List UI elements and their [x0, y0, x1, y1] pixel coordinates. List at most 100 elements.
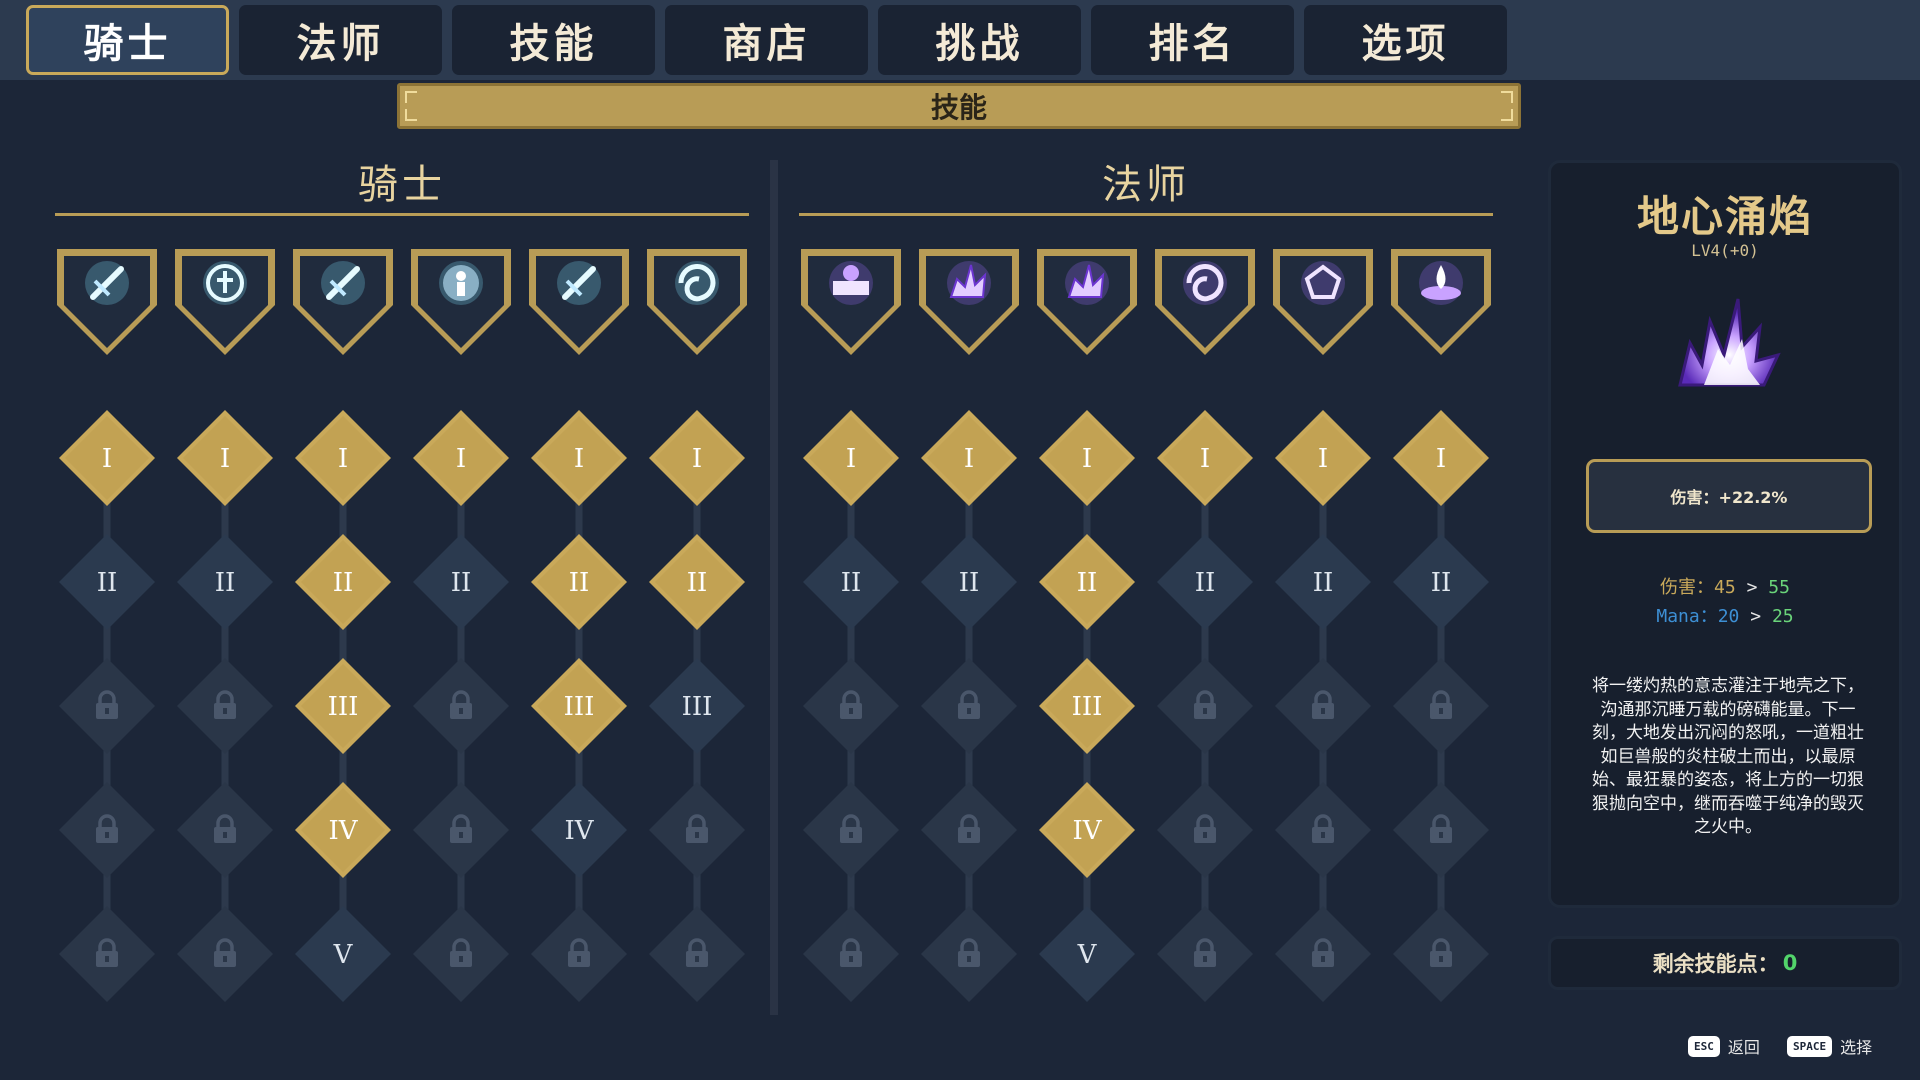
- rank-2-node[interactable]: II: [1393, 534, 1489, 630]
- rank-5-node[interactable]: [177, 906, 273, 1002]
- flame-pool-icon[interactable]: [1391, 249, 1491, 355]
- sword-strike-icon[interactable]: [57, 249, 157, 355]
- rank-4-node[interactable]: [803, 782, 899, 878]
- rank-numeral: I: [1436, 444, 1446, 474]
- rank-numeral: I: [1200, 444, 1210, 474]
- rank-numeral: II: [1431, 568, 1452, 598]
- rank-4-node[interactable]: [649, 782, 745, 878]
- rank-5-node[interactable]: [803, 906, 899, 1002]
- rank-2-node[interactable]: II: [177, 534, 273, 630]
- rank-4-node[interactable]: [1275, 782, 1371, 878]
- holy-shield-icon[interactable]: [175, 249, 275, 355]
- remaining-skill-points: 剩余技能点： 0: [1548, 936, 1902, 990]
- rank-numeral: III: [1072, 692, 1103, 722]
- rank-5-node[interactable]: [59, 906, 155, 1002]
- rank-2-node[interactable]: II: [1157, 534, 1253, 630]
- rank-1-node[interactable]: I: [1039, 410, 1135, 506]
- rank-4-node[interactable]: [177, 782, 273, 878]
- rank-3-node[interactable]: [59, 658, 155, 754]
- rank-5-node[interactable]: [1157, 906, 1253, 1002]
- earth-eruption-icon[interactable]: [1037, 249, 1137, 355]
- hint-select[interactable]: SPACE 选择: [1787, 1034, 1872, 1058]
- rank-2-node[interactable]: II: [921, 534, 1017, 630]
- rank-1-node[interactable]: I: [531, 410, 627, 506]
- arcane-burst-icon[interactable]: [919, 249, 1019, 355]
- rank-5-node[interactable]: V: [295, 906, 391, 1002]
- rank-4-node[interactable]: [1393, 782, 1489, 878]
- rank-1-node[interactable]: I: [649, 410, 745, 506]
- hint-back[interactable]: ESC 返回: [1688, 1034, 1760, 1058]
- spellbook-icon[interactable]: [801, 249, 901, 355]
- hint-select-label: 选择: [1840, 1038, 1873, 1057]
- rank-1-node[interactable]: I: [921, 410, 1017, 506]
- space-key-icon: SPACE: [1787, 1035, 1833, 1057]
- rank-1-node[interactable]: I: [295, 410, 391, 506]
- whirlwind-icon[interactable]: [647, 249, 747, 355]
- rank-3-node[interactable]: [921, 658, 1017, 754]
- rank-numeral: I: [220, 444, 230, 474]
- rank-1-node[interactable]: I: [177, 410, 273, 506]
- rank-numeral: II: [97, 568, 118, 598]
- rank-5-node[interactable]: V: [1039, 906, 1135, 1002]
- rank-numeral: II: [569, 568, 590, 598]
- rank-3-node[interactable]: III: [649, 658, 745, 754]
- arcane-orb-icon[interactable]: [1155, 249, 1255, 355]
- rank-2-node[interactable]: II: [413, 534, 509, 630]
- rank-numeral: II: [333, 568, 354, 598]
- rank-4-node[interactable]: IV: [1039, 782, 1135, 878]
- rank-2-node[interactable]: II: [531, 534, 627, 630]
- rank-5-node[interactable]: [921, 906, 1017, 1002]
- rank-3-node[interactable]: [803, 658, 899, 754]
- rank-5-node[interactable]: [1275, 906, 1371, 1002]
- rank-2-node[interactable]: II: [295, 534, 391, 630]
- rank-4-node[interactable]: [413, 782, 509, 878]
- rank-4-node[interactable]: [921, 782, 1017, 878]
- rank-numeral: I: [692, 444, 702, 474]
- rank-1-node[interactable]: I: [803, 410, 899, 506]
- rank-1-node[interactable]: I: [1157, 410, 1253, 506]
- damage-to: 55: [1768, 577, 1790, 598]
- rank-3-node[interactable]: [1393, 658, 1489, 754]
- rank-numeral: I: [102, 444, 112, 474]
- rank-2-node[interactable]: II: [803, 534, 899, 630]
- damage-from: 45: [1714, 577, 1736, 598]
- rank-4-node[interactable]: IV: [531, 782, 627, 878]
- rank-1-node[interactable]: I: [413, 410, 509, 506]
- rank-5-node[interactable]: [413, 906, 509, 1002]
- rank-1-node[interactable]: I: [1275, 410, 1371, 506]
- spirit-guard-icon[interactable]: [411, 249, 511, 355]
- rank-3-node[interactable]: [177, 658, 273, 754]
- hint-back-label: 返回: [1727, 1038, 1760, 1057]
- rank-2-node[interactable]: II: [649, 534, 745, 630]
- rank-3-node[interactable]: [413, 658, 509, 754]
- skill-stat-bonus: 伤害：+22.2%: [1586, 459, 1872, 533]
- rank-numeral: I: [456, 444, 466, 474]
- sword-dash-icon[interactable]: [293, 249, 393, 355]
- rank-3-node[interactable]: III: [1039, 658, 1135, 754]
- rank-5-node[interactable]: [1393, 906, 1489, 1002]
- rank-3-node[interactable]: III: [295, 658, 391, 754]
- rank-4-node[interactable]: [59, 782, 155, 878]
- arrow-icon: >: [1750, 606, 1762, 627]
- rank-1-node[interactable]: I: [59, 410, 155, 506]
- rank-3-node[interactable]: III: [531, 658, 627, 754]
- mana-from: 20: [1717, 606, 1740, 627]
- rank-2-node[interactable]: II: [59, 534, 155, 630]
- rank-2-node[interactable]: II: [1039, 534, 1135, 630]
- wing-slash-icon[interactable]: [529, 249, 629, 355]
- rank-1-node[interactable]: I: [1393, 410, 1489, 506]
- rank-numeral: II: [1077, 568, 1098, 598]
- rank-numeral: III: [682, 692, 713, 722]
- rank-4-node[interactable]: IV: [295, 782, 391, 878]
- rank-2-node[interactable]: II: [1275, 534, 1371, 630]
- rank-3-node[interactable]: [1275, 658, 1371, 754]
- rank-5-node[interactable]: [531, 906, 627, 1002]
- crystal-shield-icon[interactable]: [1273, 249, 1373, 355]
- rank-3-node[interactable]: [1157, 658, 1253, 754]
- skill-description: 将一缕灼热的意志灌注于地壳之下，沟通那沉睡万载的磅礴能量。下一刻，大地发出沉闷的…: [1592, 676, 1864, 837]
- rank-numeral: II: [451, 568, 472, 598]
- rank-4-node[interactable]: [1157, 782, 1253, 878]
- rank-5-node[interactable]: [649, 906, 745, 1002]
- mana-label: Mana：: [1656, 606, 1718, 627]
- rank-numeral: II: [1313, 568, 1334, 598]
